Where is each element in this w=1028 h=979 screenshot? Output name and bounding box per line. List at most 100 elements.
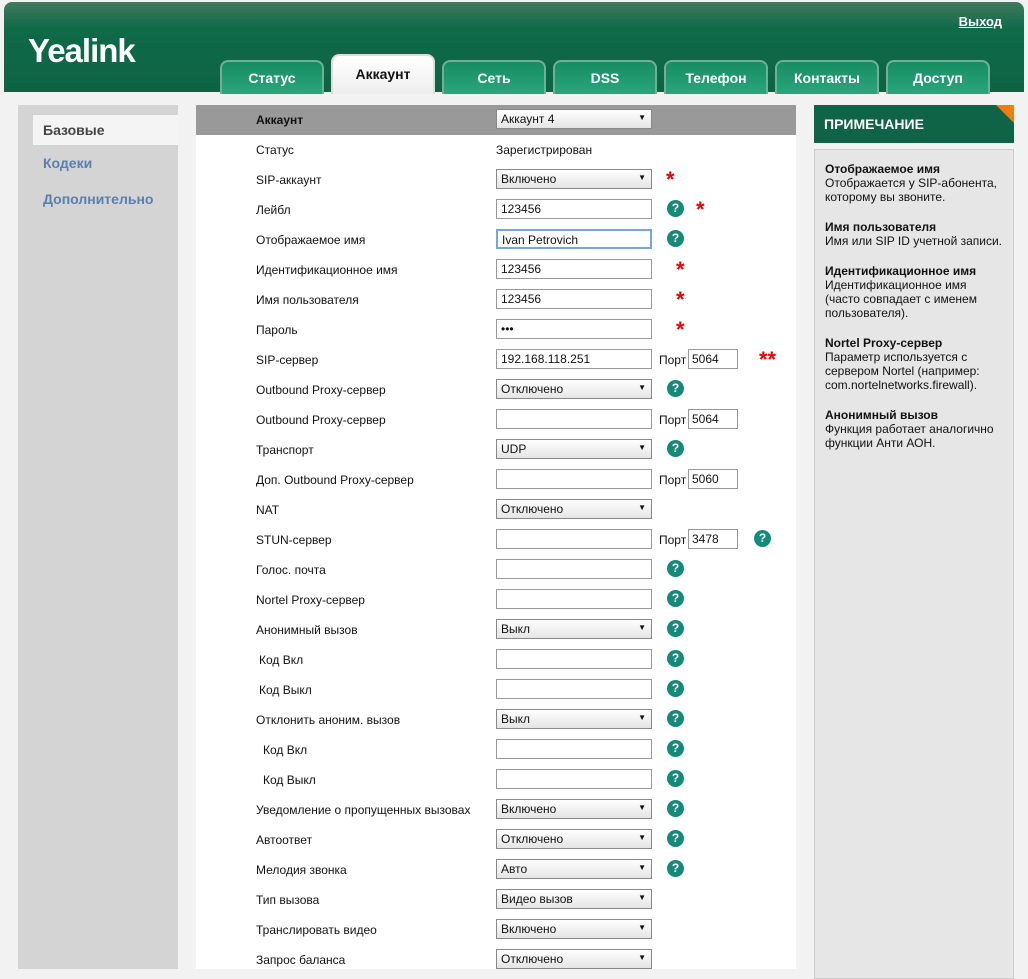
- tab-contacts[interactable]: Контакты: [775, 60, 879, 94]
- form-row: Отклонить аноним. вызов Выкл?: [196, 705, 796, 735]
- field-select[interactable]: Аккаунт 4: [496, 109, 652, 129]
- form-row: Аккаунт Аккаунт 4: [196, 105, 796, 135]
- field-label: Запрос баланса: [256, 953, 346, 967]
- field-label: Nortel Proxy-сервер: [256, 593, 365, 607]
- field-input[interactable]: 123456: [496, 289, 652, 309]
- form-row: Лейбл 123456? *: [196, 195, 796, 225]
- help-icon[interactable]: ?: [667, 440, 684, 457]
- help-icon[interactable]: ?: [667, 620, 684, 637]
- field-input[interactable]: [496, 559, 652, 579]
- tab-network[interactable]: Сеть: [442, 60, 546, 94]
- field-label: Аккаунт: [256, 113, 304, 127]
- field-select[interactable]: Отключено: [496, 499, 652, 519]
- field-input[interactable]: [496, 589, 652, 609]
- help-icon[interactable]: ?: [667, 680, 684, 697]
- field-select[interactable]: Включено: [496, 799, 652, 819]
- field-select[interactable]: Авто: [496, 859, 652, 879]
- field-select[interactable]: Отключено: [496, 949, 652, 969]
- required-asterisk: *: [676, 287, 685, 312]
- help-icon[interactable]: ?: [667, 230, 684, 247]
- field-label: Уведомление о пропущенных вызовах: [256, 803, 471, 817]
- field-input[interactable]: [496, 769, 652, 789]
- field-input[interactable]: •••: [496, 319, 652, 339]
- note-item: Анонимный вызов Функция работает аналогич…: [825, 408, 1003, 450]
- field-label: Имя пользователя: [256, 293, 359, 307]
- port-input[interactable]: 3478: [688, 529, 738, 549]
- field-input[interactable]: 123456: [496, 259, 652, 279]
- required-asterisk: *: [696, 197, 705, 222]
- form-row: NAT Отключено: [196, 495, 796, 525]
- tab-phone[interactable]: Телефон: [664, 60, 768, 94]
- help-icon[interactable]: ?: [667, 860, 684, 877]
- help-icon[interactable]: ?: [754, 530, 771, 547]
- form-row: Статус Зарегистрирован: [196, 135, 796, 165]
- field-input[interactable]: [496, 739, 652, 759]
- tab-account[interactable]: Аккаунт: [331, 54, 435, 94]
- field-input[interactable]: 123456: [496, 199, 652, 219]
- field-select[interactable]: Отключено: [496, 379, 652, 399]
- field-input[interactable]: [496, 679, 652, 699]
- help-icon[interactable]: ?: [667, 800, 684, 817]
- tab-access[interactable]: Доступ: [886, 60, 990, 94]
- port-label: Порт: [659, 473, 687, 487]
- help-icon[interactable]: ?: [667, 380, 684, 397]
- help-icon[interactable]: ?: [667, 740, 684, 757]
- form-row: Идентификационное имя 123456 *: [196, 255, 796, 285]
- form-row: Код Выкл?: [196, 675, 796, 705]
- field-select[interactable]: Выкл: [496, 709, 652, 729]
- field-label: STUN-сервер: [256, 533, 332, 547]
- help-icon[interactable]: ?: [667, 710, 684, 727]
- field-input[interactable]: [496, 409, 652, 429]
- field-label: Транслировать видео: [256, 923, 377, 937]
- field-select[interactable]: Отключено: [496, 829, 652, 849]
- form-row: Пароль ••• *: [196, 315, 796, 345]
- field-label: Идентификационное имя: [256, 263, 398, 277]
- field-select[interactable]: Включено: [496, 169, 652, 189]
- tab-dss[interactable]: DSS: [553, 60, 657, 94]
- note-item-text: Имя или SIP ID учетной записи.: [825, 234, 1003, 248]
- sidebar-item-advanced[interactable]: Дополнительно: [18, 181, 178, 217]
- field-input[interactable]: [496, 469, 652, 489]
- field-select[interactable]: Включено: [496, 919, 652, 939]
- field-label: Код Вкл: [259, 653, 304, 667]
- field-select[interactable]: Видео вызов: [496, 889, 652, 909]
- logout-link[interactable]: Выход: [959, 14, 1002, 29]
- note-item-text: Параметр используется с сервером Nortel …: [825, 350, 980, 392]
- form-row: Тип вызова Видео вызов: [196, 885, 796, 915]
- note-item: Идентификационное имя Идентификационное и…: [825, 264, 1003, 320]
- note-item-text: Отображается у SIP-абонента, которому вы…: [825, 176, 997, 204]
- help-icon[interactable]: ?: [667, 770, 684, 787]
- form-row: Автоответ Отключено?: [196, 825, 796, 855]
- help-icon[interactable]: ?: [667, 650, 684, 667]
- port-input[interactable]: 5060: [688, 469, 738, 489]
- field-label: Анонимный вызов: [256, 623, 358, 637]
- tab-status[interactable]: Статус: [220, 60, 324, 94]
- field-input[interactable]: 192.168.118.251: [496, 349, 652, 369]
- form-row: SIP-сервер 192.168.118.251 Порт 5064 **: [196, 345, 796, 375]
- help-icon[interactable]: ?: [667, 560, 684, 577]
- sidebar-item-codecs[interactable]: Кодеки: [18, 145, 178, 181]
- help-icon[interactable]: ?: [667, 590, 684, 607]
- port-label: Порт: [659, 413, 687, 427]
- help-icon[interactable]: ?: [667, 830, 684, 847]
- field-label: SIP-аккаунт: [256, 173, 322, 187]
- form-row: Транспорт UDP?: [196, 435, 796, 465]
- field-label: Outbound Proxy-сервер: [256, 413, 386, 427]
- note-item-title: Анонимный вызов: [825, 408, 938, 422]
- sidebar-item-basic[interactable]: Базовые: [33, 115, 178, 145]
- port-input[interactable]: 5064: [688, 349, 738, 369]
- field-input[interactable]: [496, 529, 652, 549]
- header: Yealink Выход Статус Аккаунт Сеть DSS Те…: [4, 2, 1024, 94]
- port-input[interactable]: 5064: [688, 409, 738, 429]
- form-row: Имя пользователя 123456 *: [196, 285, 796, 315]
- yealink-logo: Yealink: [28, 32, 136, 69]
- field-input[interactable]: [496, 649, 652, 669]
- help-icon[interactable]: ?: [667, 200, 684, 217]
- port-label: Порт: [659, 533, 687, 547]
- note-item-title: Отображаемое имя: [825, 162, 940, 176]
- field-select[interactable]: Выкл: [496, 619, 652, 639]
- field-label: Лейбл: [256, 203, 291, 217]
- form-row: Код Выкл?: [196, 765, 796, 795]
- field-input[interactable]: Ivan Petrovich: [496, 229, 652, 249]
- field-select[interactable]: UDP: [496, 439, 652, 459]
